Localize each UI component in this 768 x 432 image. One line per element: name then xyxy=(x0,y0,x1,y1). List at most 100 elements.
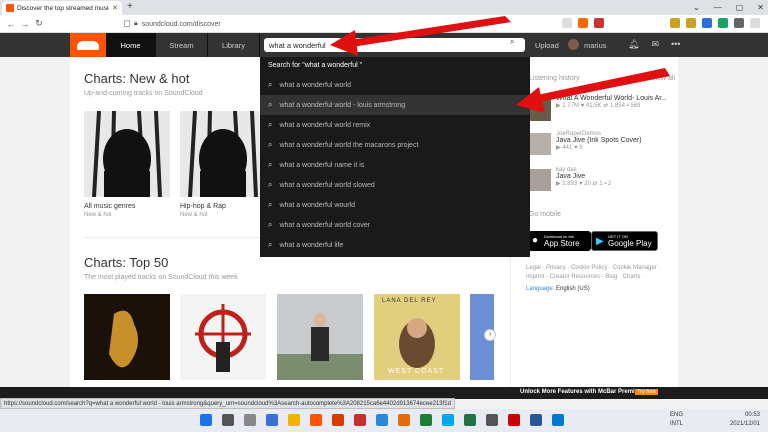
suggestion-item[interactable]: ⌕ what a wonderful life xyxy=(260,235,530,255)
username[interactable]: marius xyxy=(584,41,607,50)
listening-history-label[interactable]: Listening history xyxy=(529,75,580,82)
brave-icon[interactable] xyxy=(310,414,322,426)
office-icon[interactable] xyxy=(332,414,344,426)
share-icon[interactable] xyxy=(562,18,572,28)
suggestion-item[interactable]: ⌕ what a wonderful world the macarons pro… xyxy=(260,135,530,155)
mail-icon[interactable]: ✉ xyxy=(651,39,659,50)
close-window-icon[interactable]: ✕ xyxy=(757,3,764,12)
tile-sub: New & hot xyxy=(180,212,208,218)
extension-icon[interactable] xyxy=(686,18,696,28)
suggestion-item[interactable]: ⌕ what a wonderful world xyxy=(260,75,530,95)
history-track[interactable]: What A Wonderful World- Louis Ar... ▶ 1.… xyxy=(556,95,706,109)
tab-title: Discover the top streamed music xyxy=(17,4,110,12)
bookmark-icon[interactable]: ◻ xyxy=(120,18,134,29)
track-title[interactable]: Java Jive (Ink Spots Cover) xyxy=(556,137,706,144)
chevron-down-icon[interactable]: ⌄ xyxy=(693,3,700,12)
nav-home[interactable]: Home xyxy=(106,33,156,57)
history-track[interactable]: kay das Java Jive ▶ 2,893 ♥ 20 ⇄ 1 ▪ 2 xyxy=(556,167,706,187)
reload-icon[interactable]: ↻ xyxy=(32,18,46,29)
suggestion-text: what a wonderful world cover xyxy=(279,221,371,229)
suggestion-item[interactable]: ⌕ what a wonderful world remix xyxy=(260,115,530,135)
search-icon[interactable]: ⌕ xyxy=(510,37,514,47)
menu-icon[interactable] xyxy=(750,18,760,28)
album-tile[interactable] xyxy=(180,294,266,380)
chart-tile-all-genres[interactable] xyxy=(84,111,170,197)
suggestion-item[interactable]: ⌕ what a wonderful name it is xyxy=(260,155,530,175)
start-icon[interactable] xyxy=(200,414,212,426)
extension-icon[interactable] xyxy=(670,18,680,28)
language-value[interactable]: English (US) xyxy=(556,286,590,292)
nav-stream[interactable]: Stream xyxy=(156,33,208,57)
maximize-icon[interactable]: ▢ xyxy=(736,3,744,12)
search-for-header[interactable]: Search for "what a wonderful " xyxy=(260,57,530,75)
puzzle-icon[interactable] xyxy=(734,18,744,28)
history-track[interactable]: JoeRaperDemos Java Jive (Ink Spots Cover… xyxy=(556,131,706,151)
word-icon[interactable] xyxy=(530,414,542,426)
suggestion-item[interactable]: ⌕ what a wonderful world cover xyxy=(260,215,530,235)
avatar[interactable] xyxy=(568,39,579,50)
widgets-icon[interactable] xyxy=(266,414,278,426)
track-title[interactable]: What A Wonderful World- Louis Ar... xyxy=(556,95,706,102)
search-icon: ⌕ xyxy=(268,160,273,169)
firefox-icon[interactable] xyxy=(398,414,410,426)
carousel-next-button[interactable]: › xyxy=(484,329,496,341)
language-label: Language: xyxy=(526,286,555,292)
app-icon[interactable] xyxy=(508,414,520,426)
search-input[interactable]: what a wonderful xyxy=(264,38,525,52)
file-explorer-icon[interactable] xyxy=(288,414,300,426)
section-subtitle-new-hot: Up-and-coming tracks on SoundCloud xyxy=(84,90,203,97)
track-thumbnail[interactable] xyxy=(529,99,551,121)
browser-tab-bar: Discover the top streamed music ✕ + ⌄ — … xyxy=(0,0,768,15)
minimize-icon[interactable]: — xyxy=(714,3,722,12)
app-icon[interactable] xyxy=(552,414,564,426)
extension-icon[interactable] xyxy=(718,18,728,28)
chart-tile-hip-hop[interactable] xyxy=(180,111,266,197)
bell-icon[interactable]: 🔔︎ xyxy=(628,39,639,50)
task-view-icon[interactable] xyxy=(244,414,256,426)
track-thumbnail[interactable] xyxy=(529,169,551,191)
app-icon[interactable] xyxy=(486,414,498,426)
legal-links: Legal · Privacy · Cookie Policy · Cookie… xyxy=(526,264,671,294)
more-icon[interactable]: ••• xyxy=(671,39,680,50)
search-icon: ⌕ xyxy=(268,120,273,129)
back-icon[interactable]: ← xyxy=(4,19,18,29)
search-icon[interactable] xyxy=(222,414,234,426)
track-thumbnail[interactable] xyxy=(529,133,551,155)
close-tab-icon[interactable]: ✕ xyxy=(112,4,118,12)
store-big-text: App Store xyxy=(544,239,580,248)
album-tile[interactable] xyxy=(277,294,363,380)
app-store-button[interactable]: ● Download on the App Store xyxy=(528,231,591,251)
mcbar-try-button[interactable]: Try free xyxy=(635,389,658,395)
app-icon[interactable] xyxy=(354,414,366,426)
soundcloud-logo[interactable] xyxy=(70,33,106,57)
brave-shield-icon[interactable] xyxy=(578,18,588,28)
legal-text[interactable]: Legal · Privacy · Cookie Policy · Cookie… xyxy=(526,264,671,282)
browser-tab[interactable]: Discover the top streamed music ✕ xyxy=(2,1,122,15)
album-tile[interactable]: LANA DEL REY WEST COAST xyxy=(374,294,460,380)
app-icon[interactable] xyxy=(376,414,388,426)
edge-icon[interactable] xyxy=(442,414,454,426)
brave-rewards-icon[interactable] xyxy=(594,18,604,28)
nav-library[interactable]: Library xyxy=(208,33,260,57)
google-play-button[interactable]: ▶ GET IT ON Google Play xyxy=(591,231,658,251)
extension-icon[interactable] xyxy=(702,18,712,28)
album-tile[interactable] xyxy=(84,294,170,380)
input-language[interactable]: ENG INTL xyxy=(670,411,683,429)
tile-label[interactable]: All music genres xyxy=(84,203,135,210)
artwork-image xyxy=(180,111,266,197)
excel-icon[interactable] xyxy=(464,414,476,426)
suggestion-item[interactable]: ⌕ what a wonderful world slowed xyxy=(260,175,530,195)
track-title[interactable]: Java Jive xyxy=(556,173,706,180)
suggestion-item[interactable]: ⌕ what a wonderful wourld xyxy=(260,195,530,215)
app-icon[interactable] xyxy=(420,414,432,426)
view-all-link[interactable]: View all xyxy=(651,75,675,82)
tile-label[interactable]: Hip-hop & Rap xyxy=(180,203,226,210)
mcbar-promo-text[interactable]: Unlock More Features with McBar Premium xyxy=(520,389,644,395)
clock-time: 00:53 xyxy=(744,412,760,418)
suggestion-text: what a wonderful life xyxy=(279,241,344,249)
upload-link[interactable]: Upload xyxy=(535,41,559,50)
suggestion-item[interactable]: ⌕ what a wonderful world - louis armstron… xyxy=(260,95,530,115)
forward-icon[interactable]: → xyxy=(18,19,32,29)
system-clock[interactable]: 00:53 2021/12/01 xyxy=(730,411,760,429)
new-tab-icon[interactable]: + xyxy=(127,1,133,12)
